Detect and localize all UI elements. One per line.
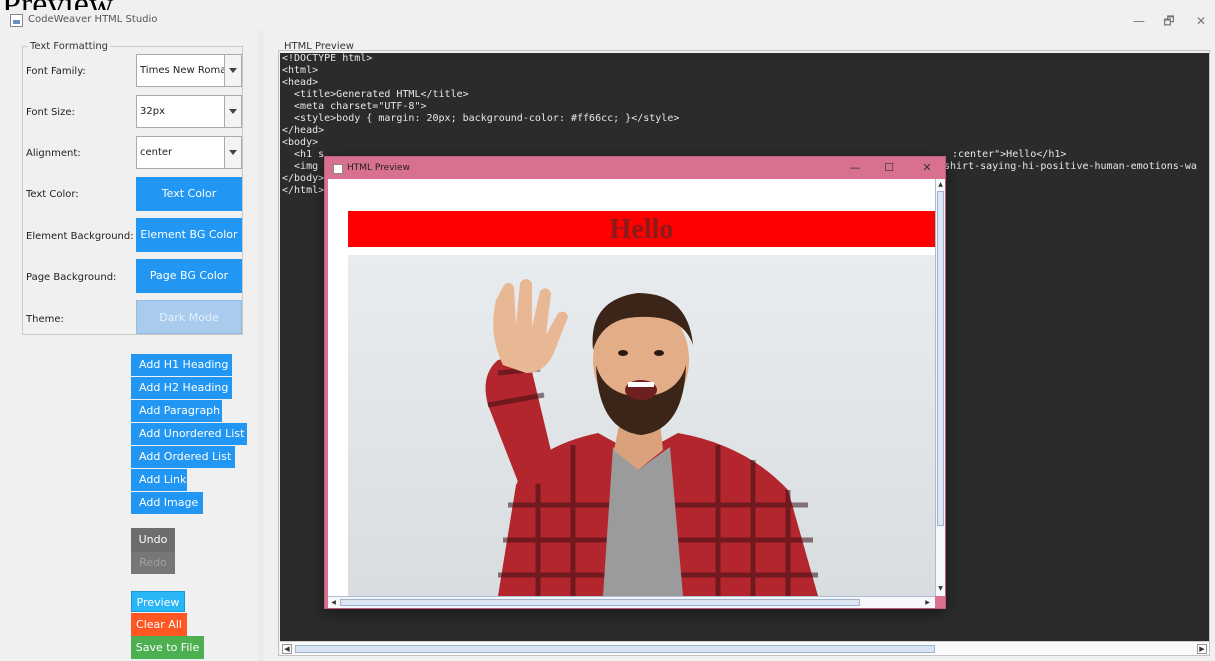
maximize-icon[interactable]: ☐	[877, 160, 901, 176]
code-line: <title>Generated HTML</title>	[282, 89, 469, 100]
code-line-tail: :center">Hello</h1>	[952, 149, 1067, 160]
code-line: </html>	[282, 185, 325, 196]
element-bg-color-button[interactable]: Element BG Color	[136, 218, 242, 252]
preview-h1: Hello	[348, 211, 935, 247]
panel-divider[interactable]	[258, 30, 264, 661]
font-size-value: 32px	[140, 106, 165, 117]
chevron-down-icon[interactable]	[224, 55, 241, 86]
add-h2-button[interactable]: Add H2 Heading	[131, 377, 232, 399]
code-line: <head>	[282, 77, 319, 88]
text-color-label: Text Color:	[26, 189, 79, 200]
add-image-button[interactable]: Add Image	[131, 492, 203, 514]
minimize-icon[interactable]: —	[843, 160, 867, 176]
scroll-left-icon[interactable]: ◀	[282, 644, 292, 654]
clear-all-button[interactable]: Clear All	[131, 613, 187, 636]
scroll-thumb[interactable]	[295, 645, 935, 653]
scroll-left-icon[interactable]: ◀	[329, 598, 338, 607]
close-icon[interactable]: ✕	[1188, 12, 1214, 30]
preview-h1-text: Hello	[609, 214, 674, 245]
code-line: <style>body { margin: 20px; background-c…	[282, 113, 680, 124]
app-icon	[333, 164, 343, 174]
window-titlebar: CodeWeaver HTML Studio — 🗗 ✕	[0, 10, 1215, 32]
dark-mode-button[interactable]: Dark Mode	[136, 300, 242, 334]
code-line: </head>	[282, 125, 325, 136]
code-line: <body>	[282, 137, 319, 148]
alignment-select[interactable]: center	[136, 136, 242, 169]
element-bg-label: Element Background:	[26, 231, 134, 242]
page-bg-label: Page Background:	[26, 272, 117, 283]
code-line-tail: shirt-saying-hi-positive-human-emotions-…	[944, 161, 1197, 172]
code-line: <img	[282, 161, 325, 172]
maximize-icon[interactable]: 🗗	[1156, 12, 1182, 30]
preview-image	[348, 255, 935, 596]
add-link-button[interactable]: Add Link	[131, 469, 187, 491]
preview-window-title: HTML Preview	[347, 163, 410, 173]
text-color-button[interactable]: Text Color	[136, 177, 242, 211]
code-line: </body>	[282, 173, 325, 184]
code-line: <meta charset="UTF-8">	[282, 101, 427, 112]
text-formatting-legend: Text Formatting	[28, 41, 111, 52]
scroll-thumb[interactable]	[937, 191, 944, 526]
scroll-right-icon[interactable]: ▶	[923, 598, 932, 607]
code-line: <html>	[282, 65, 319, 76]
preview-horizontal-scrollbar[interactable]: ◀ ▶	[328, 596, 935, 608]
chevron-down-icon[interactable]	[224, 137, 241, 168]
preview-window[interactable]: HTML Preview — ☐ ✕ Hello ▲ ▼ ◀ ▶	[324, 156, 946, 609]
font-size-select[interactable]: 32px	[136, 95, 242, 128]
chevron-down-icon[interactable]	[224, 96, 241, 127]
close-icon[interactable]: ✕	[915, 160, 939, 176]
redo-button[interactable]: Redo	[131, 552, 175, 574]
code-line: <!DOCTYPE html>	[282, 53, 373, 64]
waving-man-illustration	[485, 279, 818, 596]
font-size-label: Font Size:	[26, 107, 75, 118]
font-family-select[interactable]: Times New Roman	[136, 54, 242, 87]
page-bg-color-button[interactable]: Page BG Color	[136, 259, 242, 293]
preview-vertical-scrollbar[interactable]: ▲ ▼	[935, 179, 945, 596]
add-unordered-list-button[interactable]: Add Unordered List	[131, 423, 247, 445]
preview-content: Hello	[328, 179, 935, 596]
code-line: <h1 s	[282, 149, 325, 160]
undo-button[interactable]: Undo	[131, 528, 175, 552]
save-to-file-button[interactable]: Save to File	[131, 636, 204, 659]
scroll-up-icon[interactable]: ▲	[937, 180, 944, 189]
theme-label: Theme:	[26, 314, 64, 325]
preview-button[interactable]: Preview	[131, 591, 185, 612]
add-paragraph-button[interactable]: Add Paragraph	[131, 400, 222, 422]
scroll-right-icon[interactable]: ▶	[1197, 644, 1207, 654]
app-icon	[10, 14, 23, 27]
code-horizontal-scrollbar[interactable]: ◀ ▶	[280, 641, 1209, 655]
add-ordered-list-button[interactable]: Add Ordered List	[131, 446, 235, 468]
alignment-label: Alignment:	[26, 148, 81, 159]
font-family-value: Times New Roman	[140, 65, 233, 76]
alignment-value: center	[140, 147, 173, 158]
scroll-thumb[interactable]	[340, 599, 860, 606]
font-family-label: Font Family:	[26, 66, 86, 77]
window-title: CodeWeaver HTML Studio	[28, 14, 158, 25]
add-h1-button[interactable]: Add H1 Heading	[131, 354, 232, 376]
scroll-down-icon[interactable]: ▼	[937, 584, 944, 593]
minimize-icon[interactable]: —	[1126, 12, 1152, 30]
